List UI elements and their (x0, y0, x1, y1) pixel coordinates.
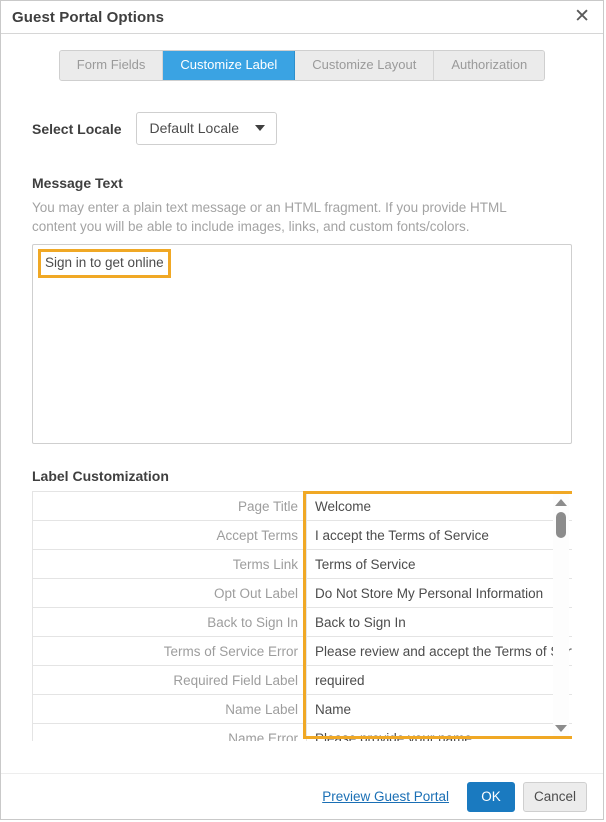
row-key: Page Title (32, 491, 307, 521)
row-key: Required Field Label (32, 665, 307, 695)
scroll-down-arrow-icon[interactable] (555, 725, 567, 732)
label-customization-table-wrap: Page Title Welcome Accept Terms I accept… (32, 491, 572, 741)
row-value[interactable]: Welcome (306, 491, 572, 521)
scrollbar-thumb[interactable] (556, 512, 566, 538)
scroll-up-arrow-icon[interactable] (555, 499, 567, 506)
locale-select[interactable]: Default Locale (135, 112, 278, 145)
dialog-body: Select Locale Default Locale Message Tex… (1, 81, 603, 773)
table-row[interactable]: Accept Terms I accept the Terms of Servi… (32, 520, 572, 550)
row-key: Accept Terms (32, 520, 307, 550)
row-value[interactable]: Do Not Store My Personal Information (306, 578, 572, 608)
row-value[interactable]: I accept the Terms of Service (306, 520, 572, 550)
message-text-title: Message Text (32, 175, 123, 191)
label-customization-title: Label Customization (32, 468, 169, 484)
message-text-value: Sign in to get online (38, 249, 171, 278)
table-row[interactable]: Terms Link Terms of Service (32, 549, 572, 579)
table-row[interactable]: Opt Out Label Do Not Store My Personal I… (32, 578, 572, 608)
row-key: Opt Out Label (32, 578, 307, 608)
tabbar-container: Form Fields Customize Label Customize La… (1, 34, 603, 81)
row-value[interactable]: Name (306, 694, 572, 724)
message-text-description: You may enter a plain text message or an… (32, 200, 507, 234)
select-locale-label: Select Locale (32, 120, 122, 137)
row-key: Name Error (32, 723, 307, 741)
table-row[interactable]: Name Label Name (32, 694, 572, 724)
preview-guest-portal-link[interactable]: Preview Guest Portal (322, 789, 449, 804)
table-row[interactable]: Back to Sign In Back to Sign In (32, 607, 572, 637)
tab-authorization[interactable]: Authorization (434, 51, 545, 80)
dialog-titlebar: Guest Portal Options ✕ (1, 1, 603, 34)
close-icon[interactable]: ✕ (571, 6, 593, 28)
table-row[interactable]: Terms of Service Error Please review and… (32, 636, 572, 666)
table-row[interactable]: Page Title Welcome (32, 491, 572, 521)
tabbar: Form Fields Customize Label Customize La… (58, 50, 546, 81)
chevron-down-icon (255, 125, 266, 131)
row-value[interactable]: Please provide your name (306, 723, 572, 741)
locale-row: Select Locale Default Locale (32, 112, 572, 145)
tab-customize-label[interactable]: Customize Label (163, 51, 296, 80)
row-value[interactable]: Terms of Service (306, 549, 572, 579)
row-value[interactable]: required (306, 665, 572, 695)
row-key: Terms Link (32, 549, 307, 579)
message-text-input[interactable]: Sign in to get online (32, 244, 572, 444)
dialog-title: Guest Portal Options (12, 8, 165, 26)
row-value[interactable]: Please review and accept the Terms of Se… (306, 636, 572, 666)
table-row[interactable]: Required Field Label required (32, 665, 572, 695)
table-row[interactable]: Name Error Please provide your name (32, 723, 572, 741)
tab-form-fields[interactable]: Form Fields (59, 51, 164, 80)
row-key: Terms of Service Error (32, 636, 307, 666)
ok-button[interactable]: OK (467, 781, 515, 812)
locale-selected-value: Default Locale (149, 120, 240, 136)
row-key: Name Label (32, 694, 307, 724)
cancel-button[interactable]: Cancel (523, 781, 587, 812)
row-key: Back to Sign In (32, 607, 307, 637)
table-vertical-scrollbar[interactable] (553, 494, 569, 736)
guest-portal-options-dialog: Guest Portal Options ✕ Form Fields Custo… (0, 0, 604, 820)
row-value[interactable]: Back to Sign In (306, 607, 572, 637)
dialog-footer: Preview Guest Portal OK Cancel (1, 773, 603, 819)
tab-customize-layout[interactable]: Customize Layout (295, 51, 435, 80)
label-customization-table: Page Title Welcome Accept Terms I accept… (32, 491, 572, 741)
